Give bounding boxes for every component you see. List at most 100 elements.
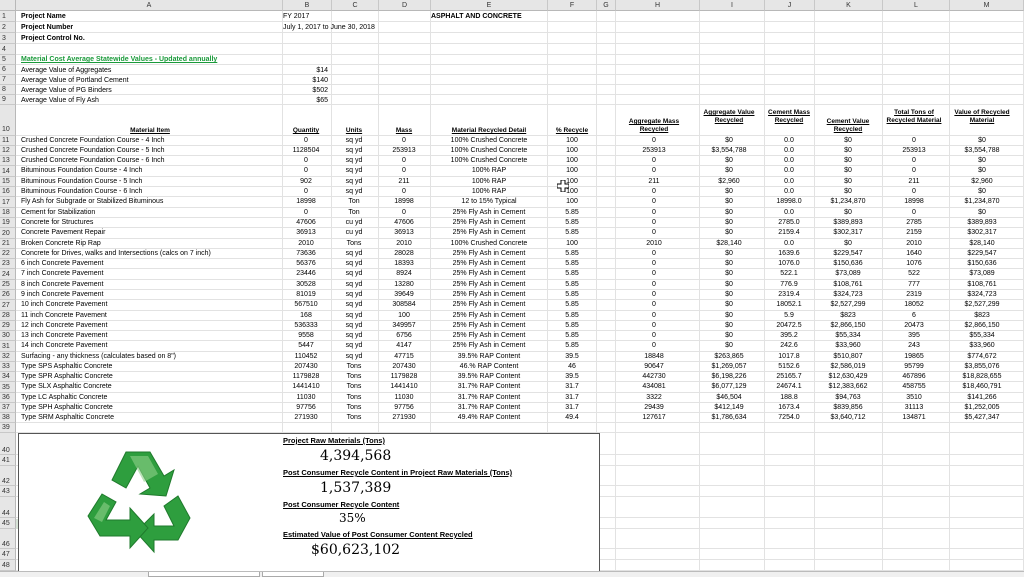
cell-detail[interactable]: 25% Fly Ash in Cement xyxy=(432,290,546,300)
cell-agg-value[interactable]: $1,269,057 xyxy=(700,362,758,372)
cell-value[interactable]: $0 xyxy=(950,166,1014,176)
cell-pct[interactable]: 5.85 xyxy=(548,321,596,331)
cell-value[interactable]: $1,234,870 xyxy=(950,197,1014,207)
cell-pct[interactable]: 5.85 xyxy=(548,290,596,300)
cell-agg-mass[interactable]: 0 xyxy=(616,269,692,279)
cell-total[interactable]: 18052 xyxy=(883,300,945,310)
cell-qty[interactable]: 0 xyxy=(283,156,329,166)
cell-agg-mass[interactable]: 0 xyxy=(616,166,692,176)
cell-detail[interactable]: 100% RAP xyxy=(432,166,546,176)
row-header-15[interactable]: 15 xyxy=(0,177,16,187)
cell-agg-value[interactable]: $0 xyxy=(700,228,758,238)
cell-units[interactable]: Tons xyxy=(332,239,376,249)
row-header-38[interactable]: 38 xyxy=(0,413,16,423)
cell-cem-value[interactable]: $0 xyxy=(815,239,881,249)
row-header-6[interactable]: 6 xyxy=(0,65,16,75)
cell-detail[interactable]: 25% Fly Ash in Cement xyxy=(432,218,546,228)
column-header-k[interactable]: K xyxy=(815,0,883,11)
cell-total[interactable]: 0 xyxy=(883,208,945,218)
cell-qty[interactable]: 5447 xyxy=(283,341,329,351)
cell-item[interactable]: Concrete Pavement Repair xyxy=(21,228,283,238)
row-header-20[interactable]: 20 xyxy=(0,228,16,239)
cell-units[interactable]: Tons xyxy=(332,382,376,392)
cell-agg-value[interactable]: $28,140 xyxy=(700,239,758,249)
cell-pct[interactable]: 5.85 xyxy=(548,269,596,279)
cell-pct[interactable]: 100 xyxy=(548,156,596,166)
cell-cem-value[interactable]: $839,856 xyxy=(815,403,881,413)
cell-detail[interactable]: 39.5% RAP Content xyxy=(432,352,546,362)
row-header-11[interactable]: 11 xyxy=(0,136,16,146)
cell-mass[interactable]: 1441410 xyxy=(379,382,429,392)
row-header-33[interactable]: 33 xyxy=(0,362,16,372)
cell-qty[interactable]: 23446 xyxy=(283,269,329,279)
cell-total[interactable]: 467896 xyxy=(883,372,945,382)
row-header-41[interactable]: 41 xyxy=(0,455,16,466)
cell-total[interactable]: 0 xyxy=(883,156,945,166)
cell-detail[interactable]: 100% RAP xyxy=(432,187,546,197)
cell-detail[interactable]: 39.5% RAP Content xyxy=(432,372,546,382)
cell-units[interactable]: Tons xyxy=(332,393,376,403)
cell-detail[interactable]: 49.4% RAP Content xyxy=(432,413,546,423)
cell-agg-value[interactable]: $6,077,129 xyxy=(700,382,758,392)
cell-detail[interactable]: 25% Fly Ash in Cement xyxy=(432,331,546,341)
cell-cem-mass[interactable]: 5.9 xyxy=(765,311,813,321)
cell-mass[interactable]: 211 xyxy=(379,177,429,187)
cell-qty[interactable]: 2010 xyxy=(283,239,329,249)
cell-agg-value[interactable]: $0 xyxy=(700,156,758,166)
cell-qty[interactable]: 73636 xyxy=(283,249,329,259)
cell-item[interactable]: 7 inch Concrete Pavement xyxy=(21,269,283,279)
cell-cem-value[interactable]: $0 xyxy=(815,208,881,218)
row-header-45[interactable]: 45 xyxy=(0,518,16,529)
cell-cem-value[interactable]: $73,089 xyxy=(815,269,881,279)
cell-total[interactable]: 2010 xyxy=(883,239,945,249)
cell-mass[interactable]: 271930 xyxy=(379,413,429,423)
cell-total[interactable]: 243 xyxy=(883,341,945,351)
row-header-36[interactable]: 36 xyxy=(0,393,16,403)
cell-value[interactable]: $28,140 xyxy=(950,239,1014,249)
cell-cem-mass[interactable]: 776.9 xyxy=(765,280,813,290)
cell-agg-mass[interactable]: 253913 xyxy=(616,146,692,156)
cell-value[interactable]: $0 xyxy=(950,208,1014,218)
cell-pct[interactable]: 39.5 xyxy=(548,372,596,382)
cell-cem-mass[interactable]: 1639.6 xyxy=(765,249,813,259)
cell-value[interactable]: $389,893 xyxy=(950,218,1014,228)
cell-item[interactable]: Type SLX Asphaltic Concrete xyxy=(21,382,283,392)
cell-agg-mass[interactable]: 434081 xyxy=(616,382,692,392)
cell-agg-mass[interactable]: 2010 xyxy=(616,239,692,249)
cell-qty[interactable]: 97756 xyxy=(283,403,329,413)
cell-cem-value[interactable]: $2,866,150 xyxy=(815,321,881,331)
row-header-26[interactable]: 26 xyxy=(0,290,16,300)
cell-units[interactable]: cu yd xyxy=(332,218,376,228)
cell-units[interactable]: sq yd xyxy=(332,341,376,351)
cell-pct[interactable]: 5.85 xyxy=(548,311,596,321)
column-header-i[interactable]: I xyxy=(700,0,765,11)
cell-units[interactable]: sq yd xyxy=(332,311,376,321)
column-header-c[interactable]: C xyxy=(332,0,379,11)
cell-item[interactable]: Surfacing - any thickness (calculates ba… xyxy=(21,352,283,362)
cell-cem-value[interactable]: $1,234,870 xyxy=(815,197,881,207)
cell-cem-mass[interactable]: 0.0 xyxy=(765,156,813,166)
cell-agg-value[interactable]: $1,786,634 xyxy=(700,413,758,423)
cell-value[interactable]: $229,547 xyxy=(950,249,1014,259)
cell-agg-value[interactable]: $2,960 xyxy=(700,177,758,187)
cell-agg-value[interactable]: $263,865 xyxy=(700,352,758,362)
cell-qty[interactable]: 1441410 xyxy=(283,382,329,392)
cell-agg-mass[interactable]: 0 xyxy=(616,300,692,310)
cell-item[interactable]: Type SPR Asphaltic Concrete xyxy=(21,372,283,382)
cell-mass[interactable]: 8924 xyxy=(379,269,429,279)
row-header-35[interactable]: 35 xyxy=(0,382,16,393)
cell-item[interactable]: 11 inch Concrete Pavement xyxy=(21,311,283,321)
cell-agg-mass[interactable]: 90647 xyxy=(616,362,692,372)
cell-units[interactable]: sq yd xyxy=(332,352,376,362)
cell-pct[interactable]: 5.85 xyxy=(548,280,596,290)
cell-item[interactable]: Fly Ash for Subgrade or Stabilized Bitum… xyxy=(21,197,283,207)
row-header-19[interactable]: 19 xyxy=(0,218,16,228)
cell-pct[interactable]: 100 xyxy=(548,197,596,207)
cell-cem-mass[interactable]: 0.0 xyxy=(765,136,813,146)
cell-mass[interactable]: 207430 xyxy=(379,362,429,372)
cell-agg-mass[interactable]: 0 xyxy=(616,187,692,197)
cell-agg-mass[interactable]: 127617 xyxy=(616,413,692,423)
cell-total[interactable]: 2159 xyxy=(883,228,945,238)
row-header-24[interactable]: 24 xyxy=(0,269,16,280)
cell-cem-mass[interactable]: 18052.1 xyxy=(765,300,813,310)
